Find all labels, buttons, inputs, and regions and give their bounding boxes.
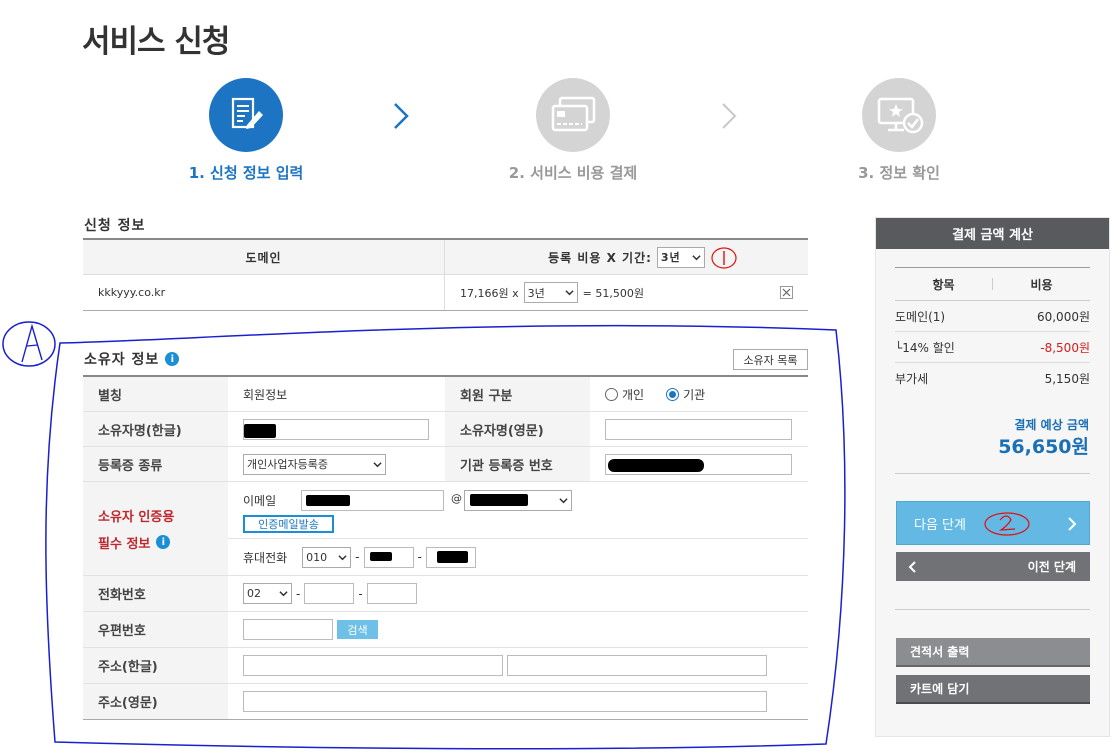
step-1-icon-circle [209,78,283,152]
owner-section-title-text: 소유자 정보 [84,352,160,368]
cost-row: └14% 할인 -8,500원 [895,332,1090,363]
cert-type-select[interactable]: 개인사업자등록증 [243,453,386,475]
close-icon [782,288,791,297]
chevron-down-icon [373,461,382,467]
zip-search-button[interactable]: 검색 [337,620,378,639]
send-auth-mail-button[interactable]: 인증메일발송 [243,515,334,533]
chevron-down-icon [692,254,701,260]
address-en-input[interactable] [243,691,767,712]
expected-amount-value: 56,650원 [998,436,1089,458]
unit-price: 17,166원 x [460,286,519,300]
next-step-button[interactable]: 다음 단계 [896,501,1090,545]
owner-section-title: 소유자 정보 i [84,349,180,369]
email-label: 이메일 [243,494,277,508]
period-header-select[interactable]: 3년 [656,246,705,268]
chevron-down-icon [559,498,568,504]
phone-last-input[interactable] [366,583,417,604]
auth-label-line1: 소유자 인증용 [98,509,175,525]
cost-table: 항목 비용 도메인(1) 60,000원 └14% 할인 -8,500원 부가세… [895,267,1090,394]
payment-panel: 결제 금액 계산 항목 비용 도메인(1) 60,000원 └14% 할인 -8… [875,217,1110,737]
radio-organization[interactable]: 기관 [666,386,705,403]
monitor-check-icon [877,97,924,134]
phone-label: 전화번호 [83,576,228,611]
domain-column-header: 도메인 [245,250,282,265]
step-arrow-active-icon [394,103,409,129]
redacted-mobile-middle [370,552,392,562]
owner-name-kr-label: 소유자명(한글) [83,412,228,446]
chevron-down-icon [565,290,574,296]
domain-name: kkkyyy.co.kr [98,286,166,299]
zip-input[interactable] [243,619,333,640]
total-price: = 51,500원 [582,286,644,300]
chevron-right-icon [1068,517,1077,531]
cost-row: 부가세 5,150원 [895,372,1090,386]
step-3-label: 3. 정보 확인 [858,164,940,182]
chevron-down-icon [279,591,288,597]
owner-name-en-input[interactable] [605,418,792,440]
address-kr-input-2[interactable] [507,655,767,676]
redacted-cert-number [608,459,704,472]
radio-individual[interactable]: 개인 [605,386,644,403]
cert-type-label: 등록증 종류 [83,447,228,481]
edit-document-icon [231,97,263,129]
application-table-header: 도메인 등록 비용 X 기간: 3년 [83,240,808,275]
cost-row: 도메인(1) 60,000원 [895,301,1090,332]
info-icon[interactable]: i [156,535,171,549]
chevron-left-icon [908,561,916,573]
zip-label: 우편번호 [83,612,228,647]
expected-amount-label: 결제 예상 금액 [1014,418,1089,432]
owner-form-table: 별칭 회원정보 회원 구분 개인 기관 소유자명(한글) 소유자명(영문) 등록… [83,375,808,720]
phone-prefix-select[interactable]: 02 [243,583,292,604]
add-to-cart-button[interactable]: 카트에 담기 [896,675,1090,704]
step-2-label: 2. 서비스 비용 결제 [508,164,638,182]
annotation-mark-1 [711,247,737,269]
chevron-down-icon [338,554,347,561]
mobile-prefix-select[interactable]: 010 [302,546,352,568]
mobile-label: 휴대전화 [243,550,288,565]
redacted-email-domain [470,494,528,506]
remove-domain-button[interactable] [780,286,793,299]
alias-label: 별칭 [83,377,228,411]
cost-item-header: 항목 [932,277,955,292]
annotation-mark-2 [984,512,1030,536]
phone-middle-input[interactable] [304,583,355,604]
alias-value: 회원정보 [243,387,288,402]
application-table: 도메인 등록 비용 X 기간: 3년 kkkyyy.co.kr 17,166원 … [83,238,808,311]
print-quote-button[interactable]: 견적서 출력 [896,638,1090,667]
at-sign: @ [451,492,462,505]
address-en-label: 주소(영문) [83,684,228,719]
redacted-mobile-last [437,551,468,564]
owner-name-en-label: 소유자명(영문) [445,412,590,446]
redacted-email-id [306,495,350,506]
period-select[interactable]: 3년 [523,282,578,303]
step-1-label: 1. 신청 정보 입력 [188,164,304,182]
redacted-name [244,424,276,438]
step-3-icon-circle [862,78,936,152]
member-type-label: 회원 구분 [445,377,590,411]
step-2-icon-circle [536,78,610,152]
auth-label-line2: 필수 정보 [98,536,151,552]
address-kr-input-1[interactable] [243,655,503,676]
cert-number-label: 기관 등록증 번호 [445,447,590,481]
credit-card-icon [551,96,596,132]
payment-panel-title: 결제 금액 계산 [876,218,1109,249]
application-section-title: 신청 정보 [84,218,146,234]
step-arrow-inactive-icon [722,103,737,129]
cost-column-header: 등록 비용 X 기간: [548,250,652,265]
info-icon[interactable]: i [165,352,180,366]
owner-list-button[interactable]: 소유자 목록 [733,349,808,370]
application-row: kkkyyy.co.kr 17,166원 x 3년 = 51,500원 [83,275,808,310]
page-title: 서비스 신청 [82,24,230,60]
address-kr-label: 주소(한글) [83,648,228,683]
cost-value-header: 비용 [1030,277,1053,292]
previous-step-button[interactable]: 이전 단계 [896,552,1090,581]
